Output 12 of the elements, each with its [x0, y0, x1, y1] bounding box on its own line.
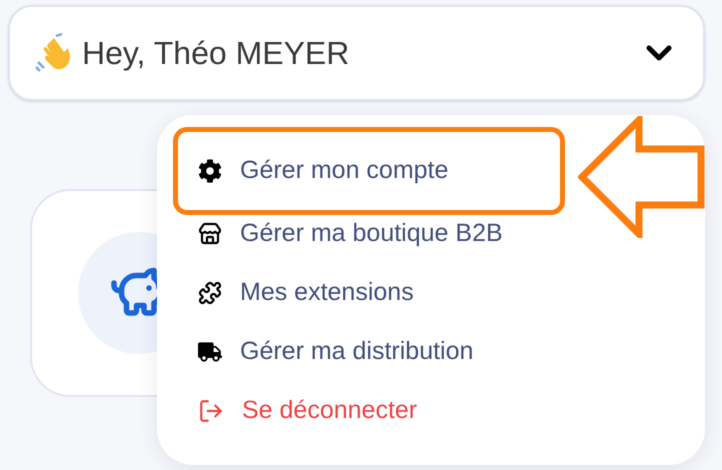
user-menu-toggle[interactable]: Hey, Théo MEYER — [8, 5, 705, 101]
menu-item[interactable]: Gérer ma boutique B2B — [198, 214, 503, 252]
store-icon — [198, 222, 222, 246]
greeting-text: Hey, Théo MEYER — [82, 34, 350, 73]
menu-item[interactable]: Mes extensions — [198, 274, 414, 312]
menu-item[interactable]: Gérer ma distribution — [198, 332, 474, 370]
menu-item[interactable]: Gérer mon compte — [198, 152, 448, 190]
puzzle-icon — [198, 280, 222, 304]
truck-icon — [198, 340, 222, 364]
gear-icon — [198, 159, 222, 183]
menu-item[interactable]: Se déconnecter — [198, 392, 418, 430]
logout-icon — [198, 398, 224, 424]
